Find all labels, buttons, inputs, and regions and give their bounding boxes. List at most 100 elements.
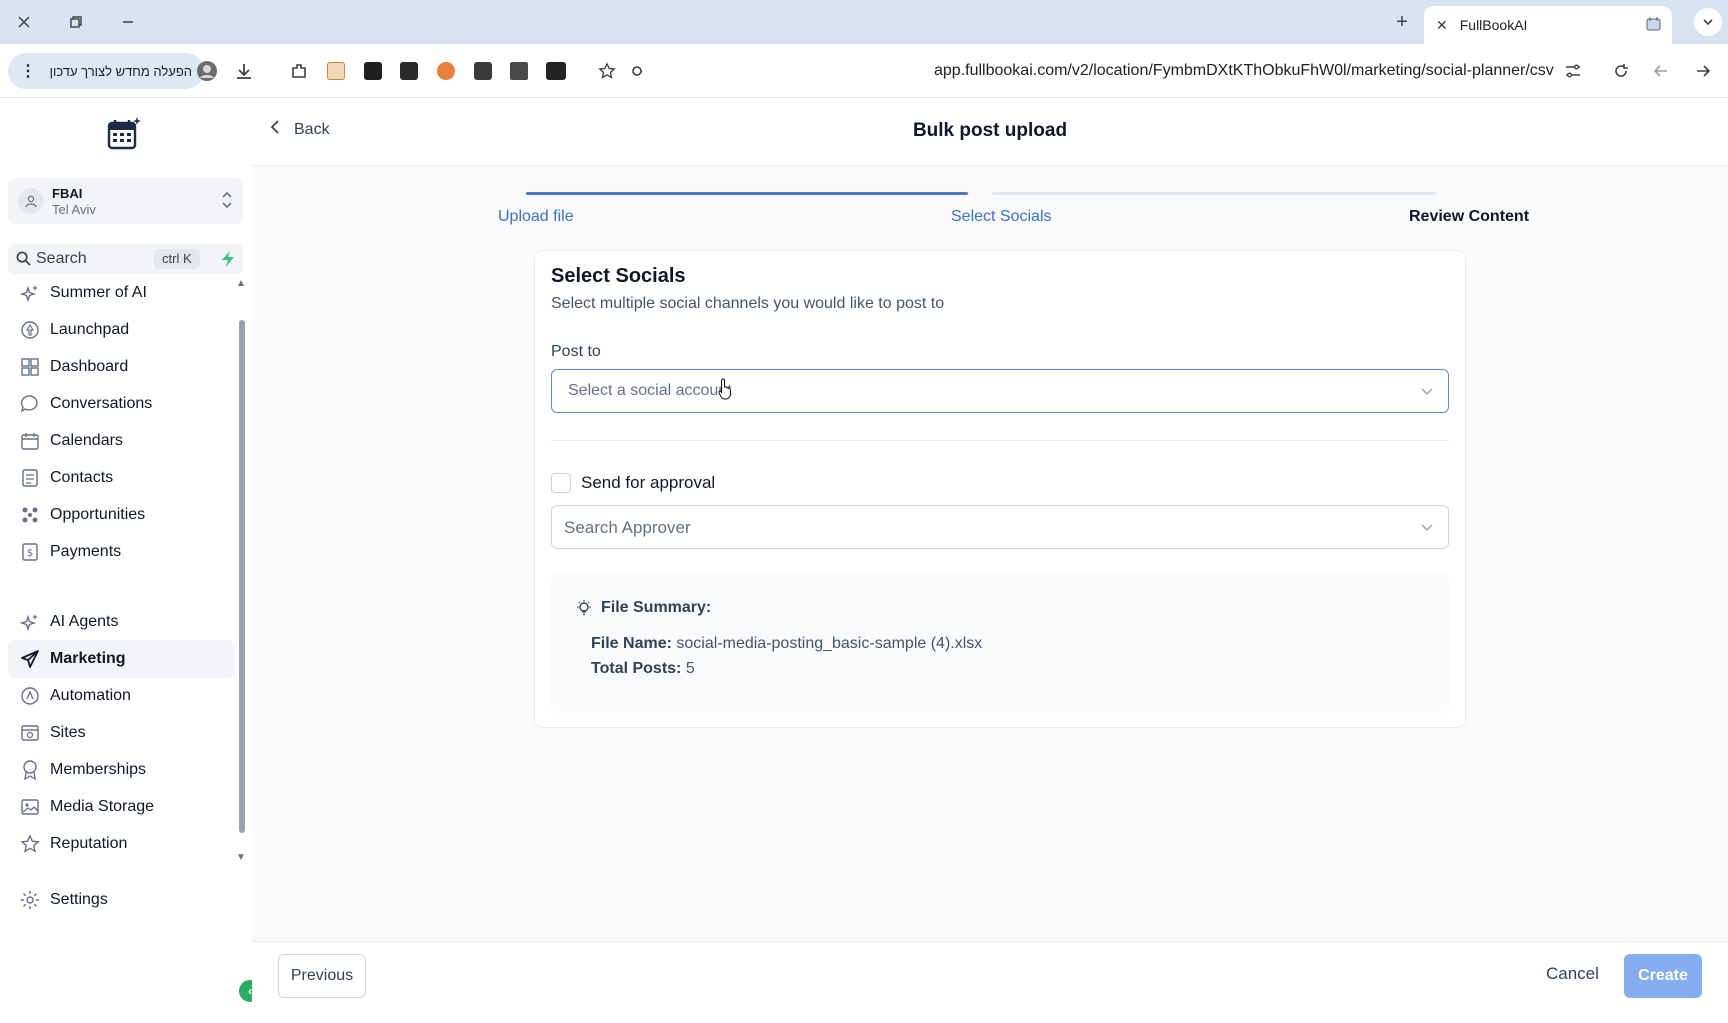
sidebar-item-settings[interactable]: Settings — [8, 881, 234, 919]
social-account-select[interactable]: Select a social account — [551, 369, 1449, 413]
total-posts-label: Total Posts: — [591, 660, 682, 677]
sidebar-item-label: AI Agents — [50, 613, 119, 630]
tab-search-button[interactable] — [1694, 8, 1722, 36]
browser-tab-bar: + ✕ FullBookAI — [0, 0, 1728, 44]
extension-film-icon[interactable] — [545, 60, 567, 82]
sidebar-item-label: Payments — [50, 543, 122, 560]
tab-close-icon[interactable]: ✕ — [1436, 17, 1448, 34]
download-icon[interactable] — [233, 60, 255, 82]
back-nav-icon[interactable] — [1650, 60, 1672, 82]
step-review-content[interactable]: Review Content — [1409, 208, 1529, 226]
step-upload-file[interactable]: Upload file — [498, 208, 574, 226]
more-menu-icon: ⋮ — [20, 63, 36, 80]
sidebar-item-contacts[interactable]: Contacts — [8, 459, 234, 497]
reload-icon[interactable] — [1610, 60, 1632, 82]
url-text: app.fullbookai.com/v2/location/FymbmDXtK… — [934, 62, 1554, 79]
sidebar-item-label: Summer of AI — [50, 284, 147, 301]
send-for-approval-checkbox[interactable] — [551, 473, 571, 493]
scroll-down-arrow-icon[interactable]: ▼ — [236, 852, 246, 863]
sidebar-item-opportunities[interactable]: Opportunities — [8, 496, 234, 534]
sidebar-item-media-storage[interactable]: Media Storage — [8, 788, 234, 826]
search-shortcut-badge: ctrl K — [154, 249, 200, 269]
address-bar[interactable]: app.fullbookai.com/v2/location/FymbmDXtK… — [642, 53, 1592, 89]
total-posts-row: Total Posts: 5 — [591, 660, 695, 678]
sidebar-scroll-thumb[interactable] — [239, 320, 245, 833]
bookmark-star-icon[interactable] — [596, 60, 618, 82]
sidebar-item-sites[interactable]: Sites — [8, 714, 234, 752]
scroll-up-arrow-icon[interactable]: ▲ — [236, 278, 246, 289]
sidebar-item-label: Contacts — [50, 469, 114, 486]
previous-button[interactable]: Previous — [278, 954, 366, 998]
sidebar-item-marketing[interactable]: Marketing — [8, 640, 234, 678]
contacts-icon — [20, 468, 40, 488]
account-name: FBAI — [52, 186, 83, 201]
tab-title: FullBookAI — [1459, 17, 1528, 33]
profile-avatar[interactable] — [196, 60, 218, 82]
payments-icon: $ — [20, 542, 40, 562]
extension-j-icon[interactable] — [398, 60, 420, 82]
file-name-row: File Name: social-media-posting_basic-sa… — [591, 635, 982, 653]
sidebar-item-dashboard[interactable]: Dashboard — [8, 348, 234, 386]
sidebar-item-calendars[interactable]: Calendars — [8, 422, 234, 460]
card-subtitle: Select multiple social channels you woul… — [551, 295, 945, 312]
send-for-approval-label[interactable]: Send for approval — [581, 473, 715, 493]
cancel-button[interactable]: Cancel — [1546, 964, 1599, 984]
search-label: Search — [36, 250, 87, 267]
extension-sheets-icon[interactable] — [325, 60, 347, 82]
search-icon — [16, 251, 31, 271]
file-summary-title: File Summary: — [601, 599, 712, 616]
rocket-icon — [20, 320, 40, 340]
sidebar-item-label: Reputation — [50, 835, 128, 852]
site-settings-icon[interactable] — [1562, 60, 1584, 82]
card-divider — [551, 440, 1449, 441]
search-approver-select[interactable]: Search Approver — [551, 505, 1449, 549]
extension-grid-icon[interactable] — [508, 60, 530, 82]
new-tab-button[interactable]: + — [1390, 10, 1414, 34]
sidebar-item-label: Opportunities — [50, 506, 146, 523]
automation-icon — [20, 686, 40, 706]
chevron-down-icon — [1420, 384, 1434, 403]
search-approver-placeholder: Search Approver — [564, 518, 691, 537]
account-switcher[interactable]: FBAI Tel Aviv — [8, 178, 243, 224]
opportunities-icon — [20, 505, 40, 525]
total-posts-value: 5 — [685, 660, 695, 677]
chevron-up-down-icon — [221, 190, 233, 213]
relaunch-label: הפעלה מחדש לצורך עדכון — [49, 63, 192, 79]
membership-icon — [20, 760, 40, 780]
step-progress-upload — [526, 192, 968, 195]
sidebar-item-memberships[interactable]: Memberships — [8, 751, 234, 789]
step-progress-socials — [992, 192, 1436, 195]
app-logo-icon[interactable] — [106, 116, 142, 152]
sidebar-item-launchpad[interactable]: Launchpad — [8, 311, 234, 349]
sidebar-item-ai-agents[interactable]: AI Agents — [8, 603, 234, 641]
lightbulb-icon — [575, 599, 593, 617]
sidebar-search[interactable]: Search ctrl K — [8, 244, 243, 274]
create-button[interactable]: Create — [1624, 954, 1702, 998]
file-name-label: File Name: — [591, 635, 672, 652]
window-close-icon[interactable] — [12, 10, 36, 34]
sidebar: FBAI Tel Aviv Search ctrl K Summer of AI… — [0, 98, 261, 1023]
mouse-pointer-icon — [718, 378, 734, 400]
extension-fox-icon[interactable] — [435, 60, 457, 82]
sidebar-item-summer-of-ai[interactable]: Summer of AI — [8, 274, 234, 312]
sidebar-item-reputation[interactable]: Reputation — [8, 825, 234, 863]
file-name-value: social-media-posting_basic-sample (4).xl… — [676, 635, 983, 652]
relaunch-update-button[interactable]: הפעלה מחדש לצורך עדכון ⋮ — [8, 53, 204, 89]
step-select-socials[interactable]: Select Socials — [951, 208, 1052, 226]
extension-edit-icon[interactable] — [362, 60, 384, 82]
forward-nav-icon[interactable] — [1692, 60, 1714, 82]
lightning-icon[interactable] — [220, 250, 238, 268]
window-minimize-icon[interactable] — [116, 10, 140, 34]
extension-camera-icon[interactable] — [472, 60, 494, 82]
sidebar-item-conversations[interactable]: Conversations — [8, 385, 234, 423]
file-summary-panel: File Summary: File Name: social-media-po… — [551, 573, 1449, 713]
social-account-placeholder: Select a social account — [568, 382, 732, 399]
extensions-icon[interactable] — [288, 60, 310, 82]
page-title: Bulk post upload — [912, 120, 1068, 141]
sidebar-item-payments[interactable]: $ Payments — [8, 533, 234, 571]
calendar-icon — [20, 431, 40, 451]
sidebar-item-automation[interactable]: Automation — [8, 677, 234, 715]
gear-icon — [20, 890, 40, 910]
window-restore-icon[interactable] — [64, 10, 88, 34]
browser-tab[interactable]: ✕ FullBookAI — [1424, 6, 1672, 44]
